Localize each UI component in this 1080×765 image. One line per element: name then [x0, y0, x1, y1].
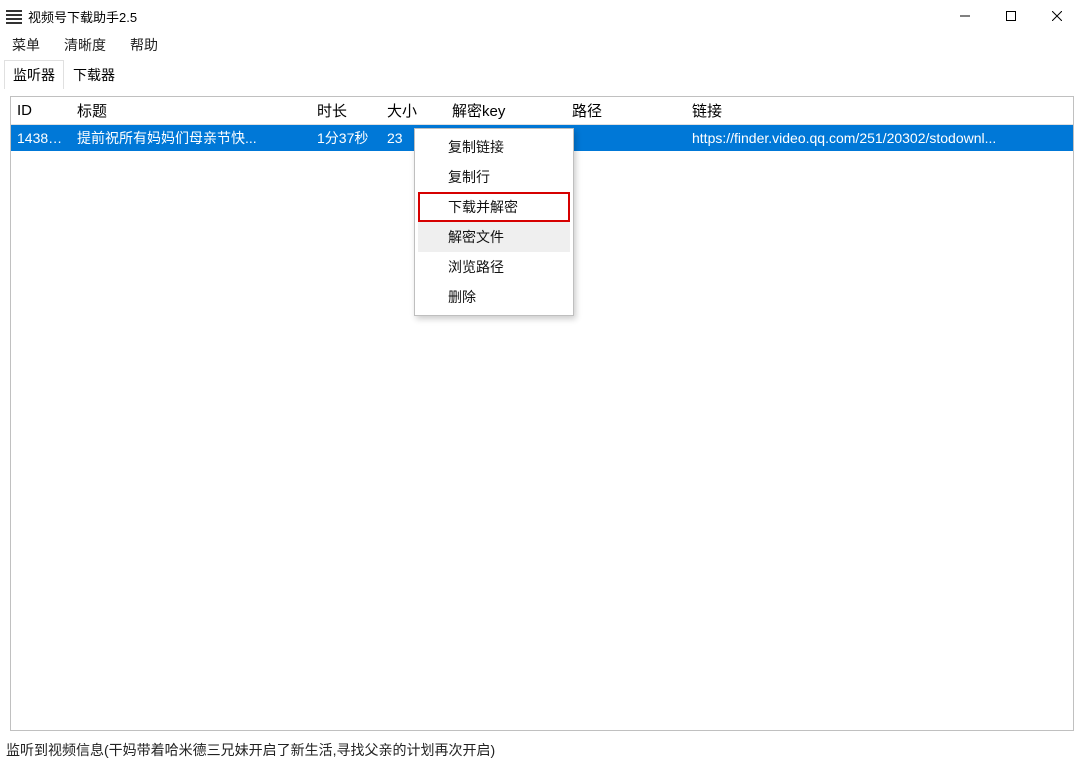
close-icon [1052, 11, 1062, 21]
maximize-button[interactable] [988, 0, 1034, 32]
cell-id: 14389... [11, 126, 71, 150]
cm-download-decrypt[interactable]: 下载并解密 [418, 192, 570, 222]
context-menu: 复制链接 复制行 下载并解密 解密文件 浏览路径 删除 [414, 128, 574, 316]
titlebar: 视频号下载助手2.5 [0, 0, 1080, 32]
cm-browse-path[interactable]: 浏览路径 [418, 252, 570, 282]
maximize-icon [1006, 11, 1016, 21]
menu-help[interactable]: 帮助 [126, 33, 162, 57]
tabbar: 监听器 下载器 [0, 58, 1080, 88]
cm-copy-row[interactable]: 复制行 [418, 162, 570, 192]
menubar: 菜单 清晰度 帮助 [0, 32, 1080, 58]
tab-listener[interactable]: 监听器 [4, 60, 64, 89]
cell-duration: 1分37秒 [311, 124, 381, 152]
cell-url: https://finder.video.qq.com/251/20302/st… [686, 126, 1073, 150]
app-icon [6, 8, 22, 24]
cell-path [566, 134, 686, 142]
col-header-duration[interactable]: 时长 [311, 96, 381, 125]
tab-downloader[interactable]: 下载器 [64, 60, 124, 89]
cm-delete[interactable]: 删除 [418, 282, 570, 312]
cm-decrypt-file[interactable]: 解密文件 [418, 222, 570, 252]
menu-main[interactable]: 菜单 [8, 33, 44, 57]
minimize-icon [960, 11, 970, 21]
statusbar: 监听到视频信息(干妈带着哈米德三兄妹开启了新生活,寻找父亲的计划再次开启) [0, 735, 1080, 765]
col-header-title[interactable]: 标题 [71, 96, 311, 125]
menu-quality[interactable]: 清晰度 [60, 33, 110, 57]
cm-copy-link[interactable]: 复制链接 [418, 132, 570, 162]
col-header-url[interactable]: 链接 [686, 96, 1073, 125]
col-header-size[interactable]: 大小 [381, 96, 446, 125]
col-header-id[interactable]: ID [11, 98, 71, 123]
cell-title: 提前祝所有妈妈们母亲节快... [71, 124, 311, 152]
col-header-key[interactable]: 解密key [446, 96, 566, 125]
table-header: ID 标题 时长 大小 解密key 路径 链接 [11, 97, 1073, 125]
status-text: 监听到视频信息(干妈带着哈米德三兄妹开启了新生活,寻找父亲的计划再次开启) [6, 740, 495, 760]
col-header-path[interactable]: 路径 [566, 96, 686, 125]
window-title: 视频号下载助手2.5 [28, 7, 137, 26]
close-button[interactable] [1034, 0, 1080, 32]
minimize-button[interactable] [942, 0, 988, 32]
